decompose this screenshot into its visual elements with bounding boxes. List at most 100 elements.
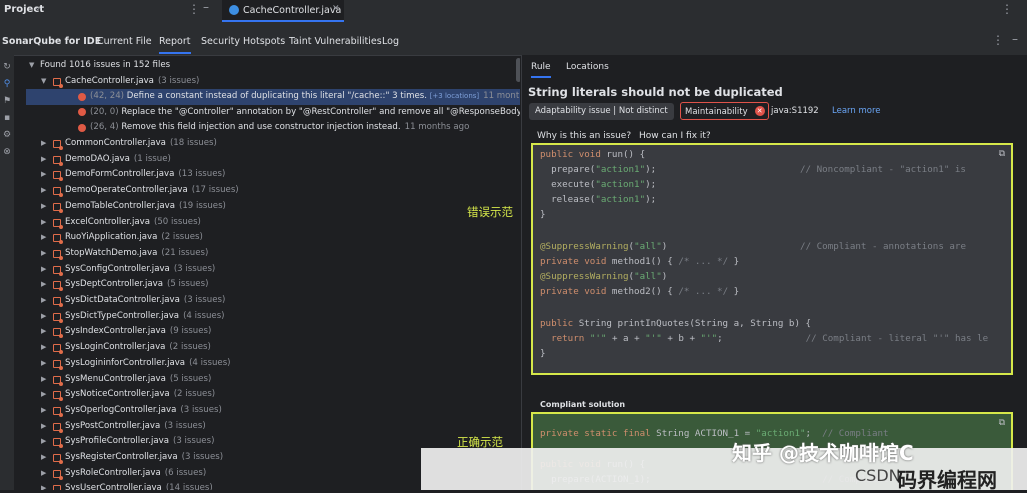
- issue-message: Replace the "@Controller" annotation by …: [121, 106, 520, 117]
- file-name: SysMenuController.java: [65, 373, 166, 384]
- flag-icon[interactable]: ⚑: [2, 96, 12, 106]
- chevron-right-icon[interactable]: ▶: [41, 215, 46, 231]
- chevron-right-icon[interactable]: ▶: [41, 167, 46, 183]
- issue-row[interactable]: (20, 0) Replace the "@Controller" annota…: [14, 105, 520, 121]
- chevron-right-icon[interactable]: ▶: [41, 262, 46, 278]
- code-line: public String printInQuotes(String a, St…: [540, 318, 812, 329]
- chevron-right-icon[interactable]: ▶: [41, 356, 46, 372]
- tree-file-row[interactable]: ▶ DemoFormController.java (13 issues): [14, 167, 520, 183]
- copy-icon[interactable]: ⧉: [999, 149, 1005, 159]
- tree-file-row[interactable]: ▶ SysOperlogController.java (3 issues): [14, 403, 520, 419]
- rule-panel: Rule Locations String literals should no…: [522, 55, 1027, 490]
- chevron-right-icon[interactable]: ▶: [41, 136, 46, 152]
- tree-file-row[interactable]: ▶ SysLoginController.java (2 issues): [14, 340, 520, 356]
- tab-locations[interactable]: Locations: [566, 62, 609, 72]
- editor-tab[interactable]: CacheController.java ✕: [222, 0, 344, 22]
- code-line: }: [540, 209, 546, 220]
- chevron-right-icon[interactable]: ▶: [41, 324, 46, 340]
- tree-file-row[interactable]: ▶ StopWatchDemo.java (21 issues): [14, 246, 520, 262]
- tree-file-row[interactable]: ▶ DemoTableController.java (19 issues): [14, 199, 520, 215]
- chevron-right-icon[interactable]: ▶: [41, 481, 46, 490]
- tree-file-row[interactable]: ▶ ExcelController.java (50 issues): [14, 215, 520, 231]
- copy-icon[interactable]: ⧉: [999, 418, 1005, 428]
- chevron-right-icon[interactable]: ▶: [41, 277, 46, 293]
- tab-how[interactable]: How can I fix it?: [639, 131, 711, 141]
- chevron-down-icon[interactable]: ⌄: [34, 3, 42, 13]
- issue-count: (2 issues): [173, 389, 216, 400]
- compliant-heading: Compliant solution: [540, 400, 626, 409]
- tree-file-row[interactable]: ▶ DemoOperateController.java (17 issues): [14, 183, 520, 199]
- settings-icon[interactable]: ⚙: [2, 130, 12, 140]
- filter-icon[interactable]: ▪: [2, 113, 12, 123]
- tree-file-row[interactable]: ▶ SysPostController.java (3 issues): [14, 419, 520, 435]
- tree-file-row[interactable]: ▶ SysIndexController.java (9 issues): [14, 324, 520, 340]
- tab-log[interactable]: Log: [382, 36, 399, 47]
- tree-file-row[interactable]: ▶ SysLogininforController.java (4 issues): [14, 356, 520, 372]
- tab-why[interactable]: Why is this an issue?: [537, 131, 631, 141]
- refresh-icon[interactable]: ↻: [2, 62, 12, 72]
- tree-file-row[interactable]: ▶ SysDictDataController.java (3 issues): [14, 293, 520, 309]
- more-icon[interactable]: ⋮: [188, 2, 201, 16]
- chevron-right-icon[interactable]: ▶: [41, 230, 46, 246]
- plugin-toolbar: SonarQube for IDE Current File Report Se…: [0, 22, 1027, 56]
- chevron-right-icon[interactable]: ▶: [41, 293, 46, 309]
- tree-file-row[interactable]: ▶ CommonController.java (18 issues): [14, 136, 520, 152]
- chevron-right-icon[interactable]: ▶: [41, 183, 46, 199]
- learn-more-link[interactable]: Learn more: [832, 106, 880, 116]
- tree-file-row[interactable]: ▶ SysDictTypeController.java (4 issues): [14, 309, 520, 325]
- java-file-icon: [53, 187, 63, 198]
- chevron-right-icon[interactable]: ▶: [41, 309, 46, 325]
- file-name: ExcelController.java: [65, 216, 150, 227]
- chevron-right-icon[interactable]: ▶: [41, 199, 46, 215]
- minimize-icon[interactable]: –: [203, 0, 209, 14]
- noncompliant-code-block: ⧉ public void run() { prepare("action1")…: [531, 143, 1013, 375]
- tree-file-row[interactable]: ▶ SysNoticeController.java (2 issues): [14, 387, 520, 403]
- tab-report[interactable]: Report: [159, 36, 191, 54]
- java-file-icon: [53, 202, 63, 213]
- chevron-down-icon[interactable]: ▼: [41, 74, 46, 90]
- chevron-down-icon[interactable]: ▼: [29, 58, 34, 74]
- issue-count: (4 issues): [183, 310, 225, 321]
- issue-count: (3 issues): [181, 452, 224, 462]
- tab-security-hotspots[interactable]: Security Hotspots: [201, 36, 285, 47]
- tree-file-row[interactable]: ▶ SysConfigController.java (3 issues): [14, 262, 520, 278]
- chevron-right-icon[interactable]: ▶: [41, 152, 46, 168]
- chevron-right-icon[interactable]: ▶: [41, 434, 46, 450]
- more-icon[interactable]: ⋮: [1001, 2, 1013, 16]
- close-icon[interactable]: ✕: [332, 4, 340, 14]
- issue-row-selected[interactable]: (42, 24) Define a constant instead of du…: [26, 89, 520, 105]
- file-name: SysNoticeController.java: [65, 389, 170, 400]
- blocker-icon: ✕: [754, 106, 765, 116]
- scrollbar[interactable]: [516, 58, 520, 82]
- chevron-right-icon[interactable]: ▶: [41, 246, 46, 262]
- file-name: RuoYiApplication.java: [65, 232, 158, 243]
- code-line: @SuppressWarning("all"): [540, 271, 668, 282]
- chevron-right-icon[interactable]: ▶: [41, 466, 46, 482]
- tab-current-file[interactable]: Current File: [97, 36, 152, 47]
- tab-taint-vulnerabilities[interactable]: Taint Vulnerabilities: [289, 36, 382, 47]
- tree-file-row[interactable]: ▶ SysDeptController.java (5 issues): [14, 277, 520, 293]
- tree-file-row[interactable]: ▶ SysMenuController.java (5 issues): [14, 372, 520, 388]
- group-icon[interactable]: ⚲: [2, 79, 12, 89]
- minimize-icon[interactable]: –: [1012, 32, 1018, 46]
- code-line: @SuppressWarning("all") // Compliant - a…: [540, 241, 966, 252]
- file-name: DemoOperateController.java: [65, 185, 188, 196]
- tree-file-expanded[interactable]: ▼ CacheController.java (3 issues): [14, 74, 520, 90]
- chevron-right-icon[interactable]: ▶: [41, 372, 46, 388]
- code-line: execute("action1");: [540, 179, 657, 190]
- tree-file-row[interactable]: ▶ DemoDAO.java (1 issue): [14, 152, 520, 168]
- more-icon[interactable]: ⋮: [992, 33, 1004, 47]
- clear-icon[interactable]: ⊗: [2, 147, 12, 157]
- chevron-right-icon[interactable]: ▶: [41, 403, 46, 419]
- chevron-right-icon[interactable]: ▶: [41, 340, 46, 356]
- tab-rule[interactable]: Rule: [531, 62, 551, 78]
- tree-file-row[interactable]: ▶ RuoYiApplication.java (2 issues): [14, 230, 520, 246]
- chevron-right-icon[interactable]: ▶: [41, 419, 46, 435]
- tree-root[interactable]: ▼ Found 1016 issues in 152 files: [14, 58, 520, 74]
- rule-id: java:S1192: [771, 106, 819, 116]
- issue-count: (3 issues): [173, 263, 216, 274]
- chevron-right-icon[interactable]: ▶: [41, 387, 46, 403]
- issue-row[interactable]: (26, 4) Remove this field injection and …: [14, 120, 520, 136]
- code-line: private void method1() { /* ... */ }: [540, 256, 740, 267]
- chevron-right-icon[interactable]: ▶: [41, 450, 46, 466]
